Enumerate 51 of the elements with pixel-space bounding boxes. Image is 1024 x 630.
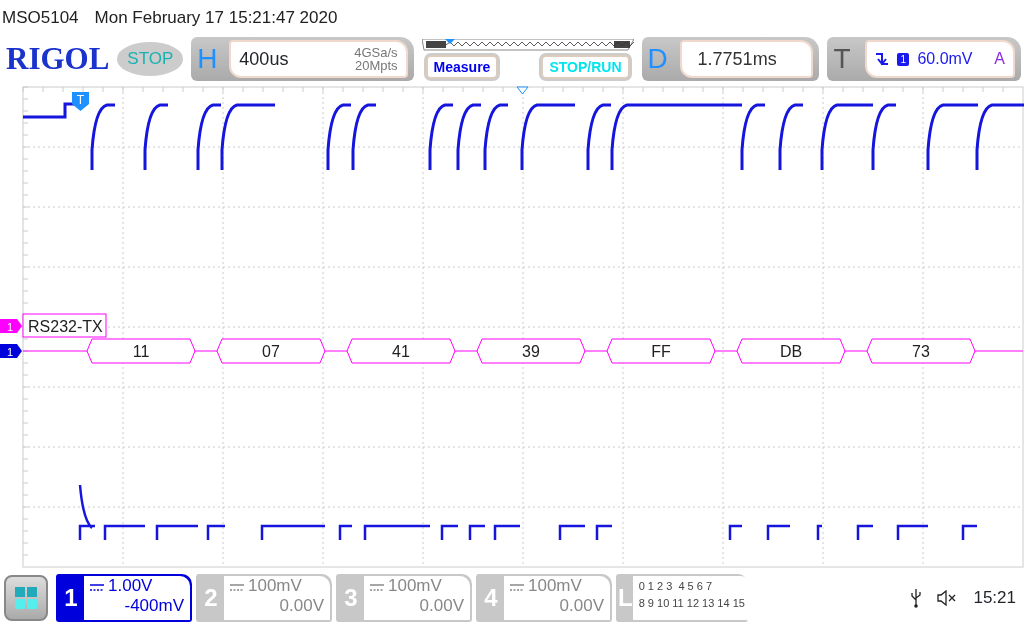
- channel-number: 1: [63, 583, 79, 613]
- decoded-packet: 11: [86, 338, 196, 364]
- delay-label: D: [647, 45, 669, 73]
- falling-edge-icon: [875, 51, 890, 67]
- channel-scale: 100mV: [388, 576, 443, 597]
- horizontal-label: H: [197, 45, 219, 73]
- delay-panel[interactable]: D 1.7751ms: [641, 37, 820, 81]
- channel-scale: 100mV: [528, 576, 583, 597]
- dc-coupling-icon: [370, 584, 384, 592]
- memory-depth: 20Mpts: [354, 59, 398, 72]
- logic-channels: 8 9 10 11 12 13 14 15: [638, 595, 745, 611]
- dc-coupling-icon: [510, 584, 524, 592]
- decoder-label: RS232-TX: [22, 313, 107, 338]
- trigger-source: 1: [897, 52, 910, 66]
- delay-value: 1.7751ms: [697, 47, 777, 71]
- decoded-packet: 39: [476, 338, 586, 364]
- trigger-position-icon: [516, 86, 529, 95]
- channel-scale: 1.00V: [108, 576, 154, 597]
- channel-offset: 0.00V: [278, 596, 324, 617]
- decoded-packet: 41: [346, 338, 456, 364]
- channel-offset: 0.00V: [558, 596, 604, 617]
- decoded-packet: DB: [736, 338, 846, 364]
- timebase-value: 400us: [239, 47, 289, 71]
- horizontal-panel[interactable]: H 400us 4GSa/s 20Mpts: [191, 37, 414, 81]
- menu-button[interactable]: [4, 575, 48, 621]
- decoded-packet: 73: [866, 338, 976, 364]
- decoded-packet: 07: [216, 338, 326, 364]
- trigger-panel[interactable]: T 1 60.0mV A: [827, 37, 1021, 81]
- logo: RIGOL: [6, 39, 110, 78]
- trigger-marker: T: [72, 92, 89, 111]
- channel-offset: 0.00V: [418, 596, 464, 617]
- decoder-marker: 1: [0, 319, 22, 333]
- sample-rate: 4GSa/s: [354, 46, 398, 59]
- logic-channels: 0 1 2 3 4 5 6 7: [638, 579, 714, 594]
- usb-icon: [911, 588, 922, 608]
- channel-marker: 1: [0, 344, 22, 358]
- dc-coupling-icon: [230, 584, 244, 592]
- clock: 15:21: [973, 587, 1016, 610]
- trigger-label: T: [833, 45, 852, 73]
- trigger-mode: A: [994, 49, 1005, 69]
- channel-offset: -400mV: [123, 596, 184, 617]
- channel-scale: 100mV: [248, 576, 303, 597]
- decoded-packet: FF: [606, 338, 716, 364]
- measure-button[interactable]: Measure: [425, 54, 499, 80]
- muted-speaker-icon: [937, 590, 958, 606]
- trigger-level: 60.0mV: [917, 49, 973, 69]
- menu-icon: [14, 586, 38, 610]
- date-time: Mon February 17 15:21:47 2020: [94, 7, 338, 30]
- dc-coupling-icon: [90, 584, 104, 592]
- model-name: MSO5104: [2, 7, 79, 30]
- channel-panel[interactable]: 1 1.00V -400mV: [56, 574, 192, 622]
